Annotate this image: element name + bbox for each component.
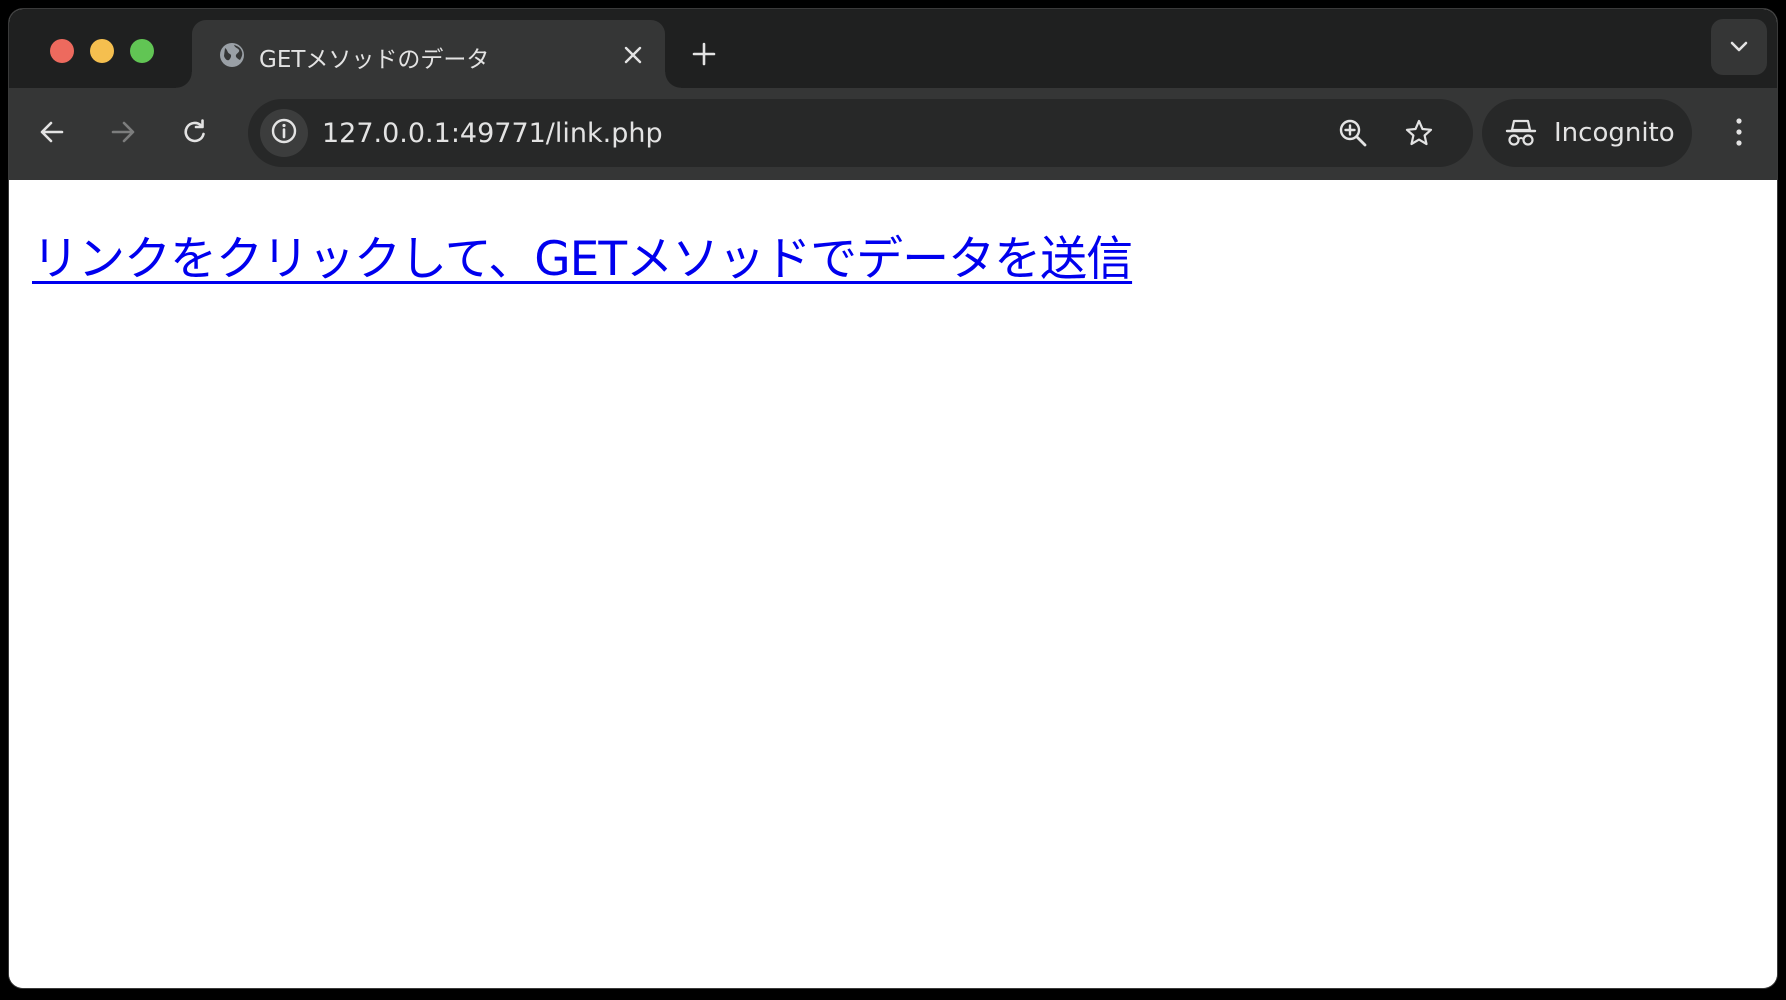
star-icon[interactable]	[1399, 113, 1439, 153]
browser-window: GETメソッドのデータ 127.0.0.1:49771/link.php Inc…	[9, 9, 1777, 988]
window-minimize-button[interactable]	[90, 39, 114, 63]
toolbar: 127.0.0.1:49771/link.php Incognito	[9, 88, 1777, 180]
reload-button[interactable]	[171, 110, 219, 158]
plus-icon	[692, 42, 716, 70]
get-data-link[interactable]: リンクをクリックして、GETメソッドでデータを送信	[32, 220, 1133, 289]
new-tab-button[interactable]	[688, 40, 720, 72]
tab-title: GETメソッドのデータ	[259, 47, 490, 73]
incognito-indicator[interactable]: Incognito	[1482, 99, 1692, 167]
tab-active[interactable]: GETメソッドのデータ	[176, 20, 681, 88]
zoom-in-icon[interactable]	[1333, 113, 1373, 153]
arrow-right-icon	[109, 118, 137, 150]
browser-menu-button[interactable]	[1719, 110, 1759, 158]
window-close-button[interactable]	[50, 39, 74, 63]
chevron-down-icon	[1729, 38, 1749, 57]
tab-strip: GETメソッドのデータ	[9, 9, 1777, 88]
address-bar[interactable]: 127.0.0.1:49771/link.php	[248, 99, 1473, 167]
forward-button[interactable]	[99, 110, 147, 158]
incognito-label: Incognito	[1554, 118, 1675, 148]
arrow-left-icon	[38, 118, 66, 150]
back-button[interactable]	[28, 110, 76, 158]
window-maximize-button[interactable]	[130, 39, 154, 63]
site-info-button[interactable]	[260, 109, 308, 157]
url-text[interactable]: 127.0.0.1:49771/link.php	[322, 118, 663, 149]
info-icon	[270, 117, 298, 149]
reload-icon	[181, 118, 209, 150]
page-content: リンクをクリックして、GETメソッドでデータを送信	[9, 180, 1777, 988]
tab-search-button[interactable]	[1711, 19, 1767, 75]
more-vert-icon	[1735, 117, 1743, 151]
globe-icon	[219, 42, 245, 68]
close-icon[interactable]	[619, 41, 647, 69]
incognito-icon	[1504, 118, 1538, 148]
